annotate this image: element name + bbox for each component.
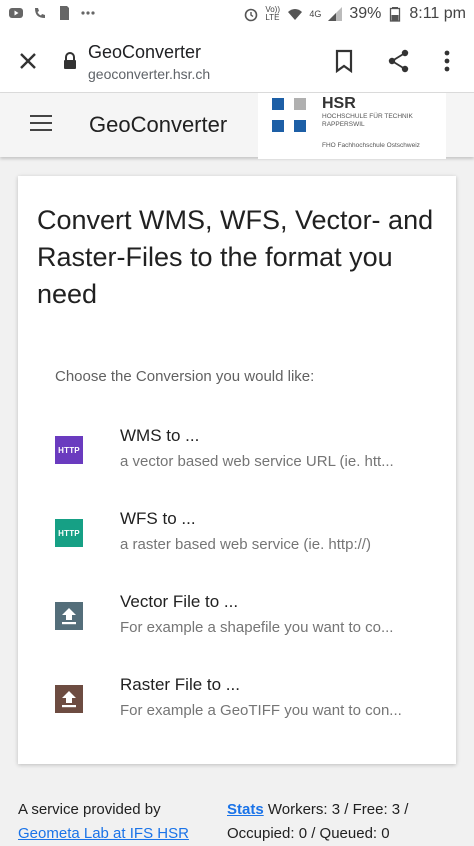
logo-square xyxy=(294,120,306,132)
item-title: Vector File to ... xyxy=(120,592,239,611)
item-subtitle: a raster based web service (ie. http://) xyxy=(120,536,371,553)
conversion-item-wfs[interactable]: HTTP WFS to ... a raster based web servi… xyxy=(18,503,456,573)
conversion-card: Convert WMS, WFS, Vector- and Raster-Fil… xyxy=(18,176,456,764)
signal-icon xyxy=(328,7,343,21)
wifi-icon xyxy=(288,9,303,20)
stats-link[interactable]: Stats xyxy=(227,801,264,818)
battery-icon xyxy=(390,7,401,22)
logo-fho: FHO Fachhochschule Ostschweiz xyxy=(322,142,420,149)
close-icon[interactable] xyxy=(14,47,42,75)
item-icon-wrap: HTTP xyxy=(55,519,83,547)
occupied-text: Occupied: 0 / Queued: 0 xyxy=(227,825,390,842)
more-notifications-icon xyxy=(81,11,95,15)
share-icon[interactable] xyxy=(386,48,412,74)
app-header: GeoConverter HSR HOCHSCHULE FÜR TECHNIK … xyxy=(0,93,474,159)
item-subtitle: For example a shapefile you want to co..… xyxy=(120,619,394,636)
footer-provider: A service provided by Geometa Lab at IFS… xyxy=(18,798,189,846)
conversion-item-wms[interactable]: HTTP WMS to ... a vector based web servi… xyxy=(18,420,456,490)
clock: 8:11 pm xyxy=(409,5,466,22)
item-subtitle: a vector based web service URL (ie. htt.… xyxy=(120,453,394,470)
item-icon-wrap: HTTP xyxy=(55,436,83,464)
conversion-item-raster[interactable]: Raster File to ... For example a GeoTIFF… xyxy=(18,669,456,739)
missed-call-icon xyxy=(35,8,45,18)
hsr-logo[interactable]: HSR HOCHSCHULE FÜR TECHNIK RAPPERSWIL FH… xyxy=(258,93,446,159)
browser-url[interactable]: geoconverter.hsr.ch xyxy=(88,66,210,82)
page-heading: Convert WMS, WFS, Vector- and Raster-Fil… xyxy=(37,205,434,309)
alarm-icon xyxy=(245,8,258,22)
item-icon-wrap xyxy=(55,685,83,713)
sd-card-icon xyxy=(60,6,69,20)
status-bar: Vo)) LTE 4G 39% 8:11 pm xyxy=(0,0,474,30)
status-left xyxy=(8,5,96,21)
logo-square xyxy=(294,98,306,110)
status-right: Vo)) LTE 4G 39% 8:11 pm xyxy=(243,5,466,23)
upload-icon xyxy=(55,685,83,713)
footer: A service provided by Geometa Lab at IFS… xyxy=(0,790,474,842)
item-title: WFS to ... xyxy=(120,509,196,528)
browser-page-title: GeoConverter xyxy=(88,42,202,62)
upload-icon xyxy=(55,602,83,630)
conversion-item-vector[interactable]: Vector File to ... For example a shapefi… xyxy=(18,586,456,656)
http-badge-icon: HTTP xyxy=(55,519,83,547)
provider-link[interactable]: Geometa Lab at IFS HSR xyxy=(18,822,189,846)
signal-type-label: 4G xyxy=(309,9,322,19)
choose-label: Choose the Conversion you would like: xyxy=(55,368,315,385)
logo-name: HSR xyxy=(322,95,356,112)
youtube-icon xyxy=(9,8,23,18)
workers-text: Workers: 3 / Free: 3 / xyxy=(263,801,409,818)
footer-stats: Stats Workers: 3 / Free: 3 / Occupied: 0… xyxy=(227,798,467,846)
more-options-icon[interactable] xyxy=(436,48,458,74)
item-icon-wrap xyxy=(55,602,83,630)
network-type-label: Vo)) LTE xyxy=(265,5,280,22)
app-title: GeoConverter xyxy=(89,112,228,137)
stats-line: Stats Workers: 3 / Free: 3 / xyxy=(227,798,467,822)
menu-icon[interactable] xyxy=(30,115,52,133)
bookmark-icon[interactable] xyxy=(332,48,356,74)
item-title: WMS to ... xyxy=(120,426,200,445)
battery-percent: 39% xyxy=(349,5,382,22)
item-subtitle: For example a GeoTIFF you want to con... xyxy=(120,702,402,719)
provided-by-text: A service provided by xyxy=(18,801,161,818)
logo-square xyxy=(272,120,284,132)
lock-icon xyxy=(64,52,76,69)
logo-square xyxy=(272,98,284,110)
logo-subtitle: HOCHSCHULE FÜR TECHNIK RAPPERSWIL xyxy=(322,113,413,128)
browser-toolbar: GeoConverter geoconverter.hsr.ch xyxy=(0,30,474,93)
item-title: Raster File to ... xyxy=(120,675,240,694)
http-badge-icon: HTTP xyxy=(55,436,83,464)
